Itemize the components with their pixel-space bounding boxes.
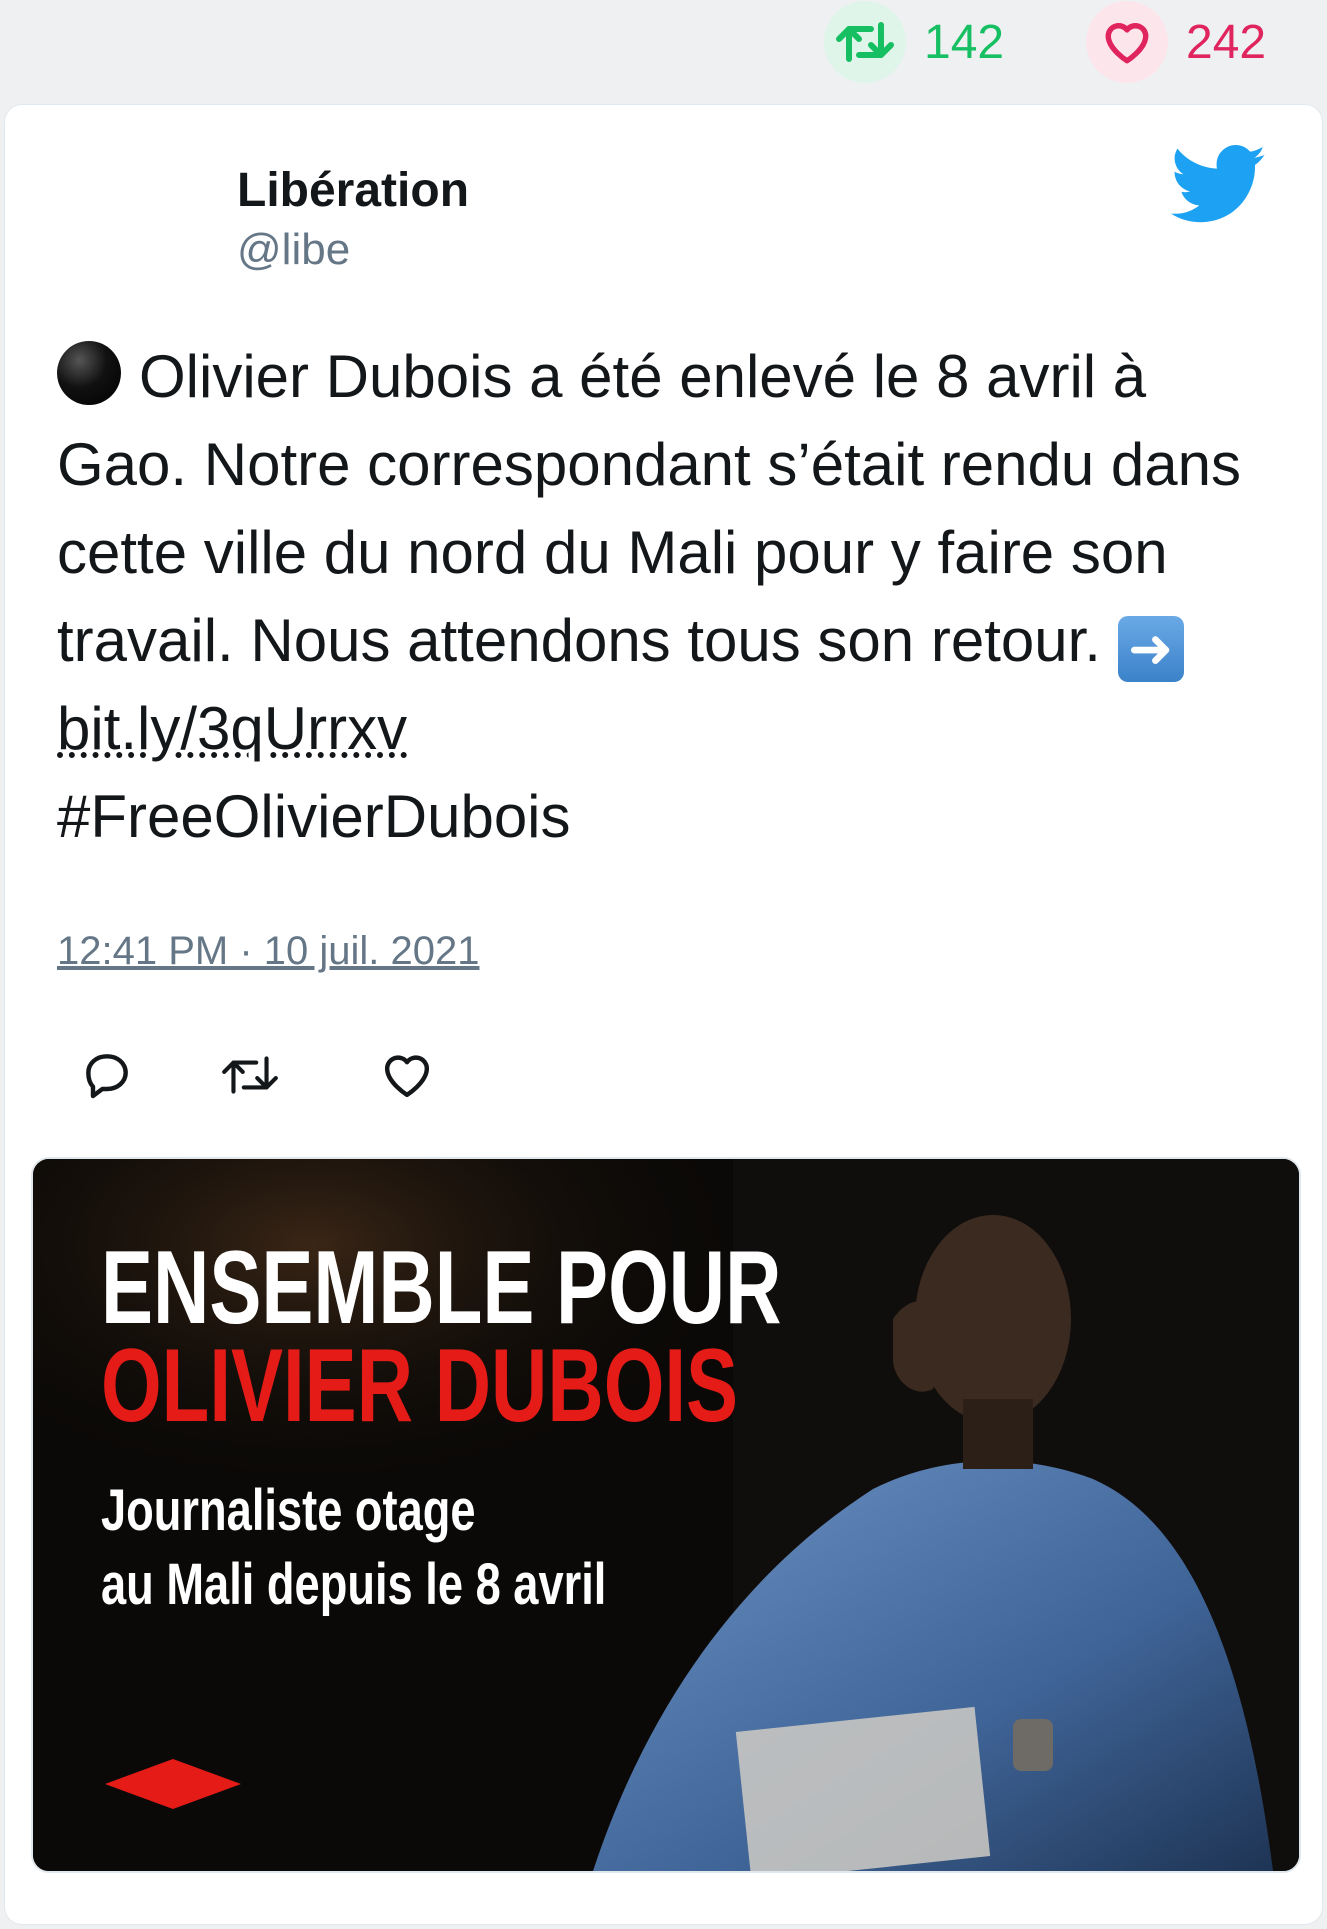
retweet-count: 142 xyxy=(924,15,1005,69)
tweet-actions xyxy=(57,1047,457,1127)
retweet-count-stat[interactable]: 142 xyxy=(824,0,1004,84)
right-arrow-emoji: ➜ xyxy=(1117,616,1184,682)
media-subtitle-line2: au Mali depuis le 8 avril xyxy=(101,1552,607,1617)
author-handle[interactable]: @libe xyxy=(237,225,350,275)
tweet-link[interactable]: bit.ly/3qUrrxv xyxy=(57,695,407,762)
hashtag-link[interactable]: #FreeOlivierDubois xyxy=(57,783,571,850)
like-count: 242 xyxy=(1186,15,1267,69)
liberation-logo xyxy=(105,1759,241,1809)
author-name[interactable]: Libération xyxy=(237,163,469,218)
retweet-icon[interactable] xyxy=(219,1047,281,1108)
top-stats-bar: 142 242 xyxy=(0,0,1327,96)
retweet-icon[interactable] xyxy=(824,1,906,83)
media-subtitle-line1: Journaliste otage xyxy=(101,1478,476,1543)
black-circle-emoji xyxy=(57,341,121,405)
reply-icon[interactable] xyxy=(79,1047,135,1108)
tweet-timestamp[interactable]: 12:41 PM · 10 juil. 2021 xyxy=(57,929,479,974)
tweet-media-image[interactable]: ENSEMBLE POUR OLIVIER DUBOIS Journaliste… xyxy=(31,1157,1301,1873)
like-count-stat[interactable]: 242 xyxy=(1086,0,1266,84)
tweet-card: Libération @libe Olivier Dubois a été en… xyxy=(4,104,1323,1925)
twitter-bird-icon[interactable] xyxy=(1170,145,1267,230)
heart-icon[interactable] xyxy=(379,1047,435,1108)
tweet-body: Olivier Dubois a été enlevé le 8 avril à… xyxy=(57,343,1242,674)
media-headline-line2: OLIVIER DUBOIS xyxy=(101,1328,739,1444)
tweet-text: Olivier Dubois a été enlevé le 8 avril à… xyxy=(57,333,1277,861)
heart-icon[interactable] xyxy=(1086,1,1168,83)
